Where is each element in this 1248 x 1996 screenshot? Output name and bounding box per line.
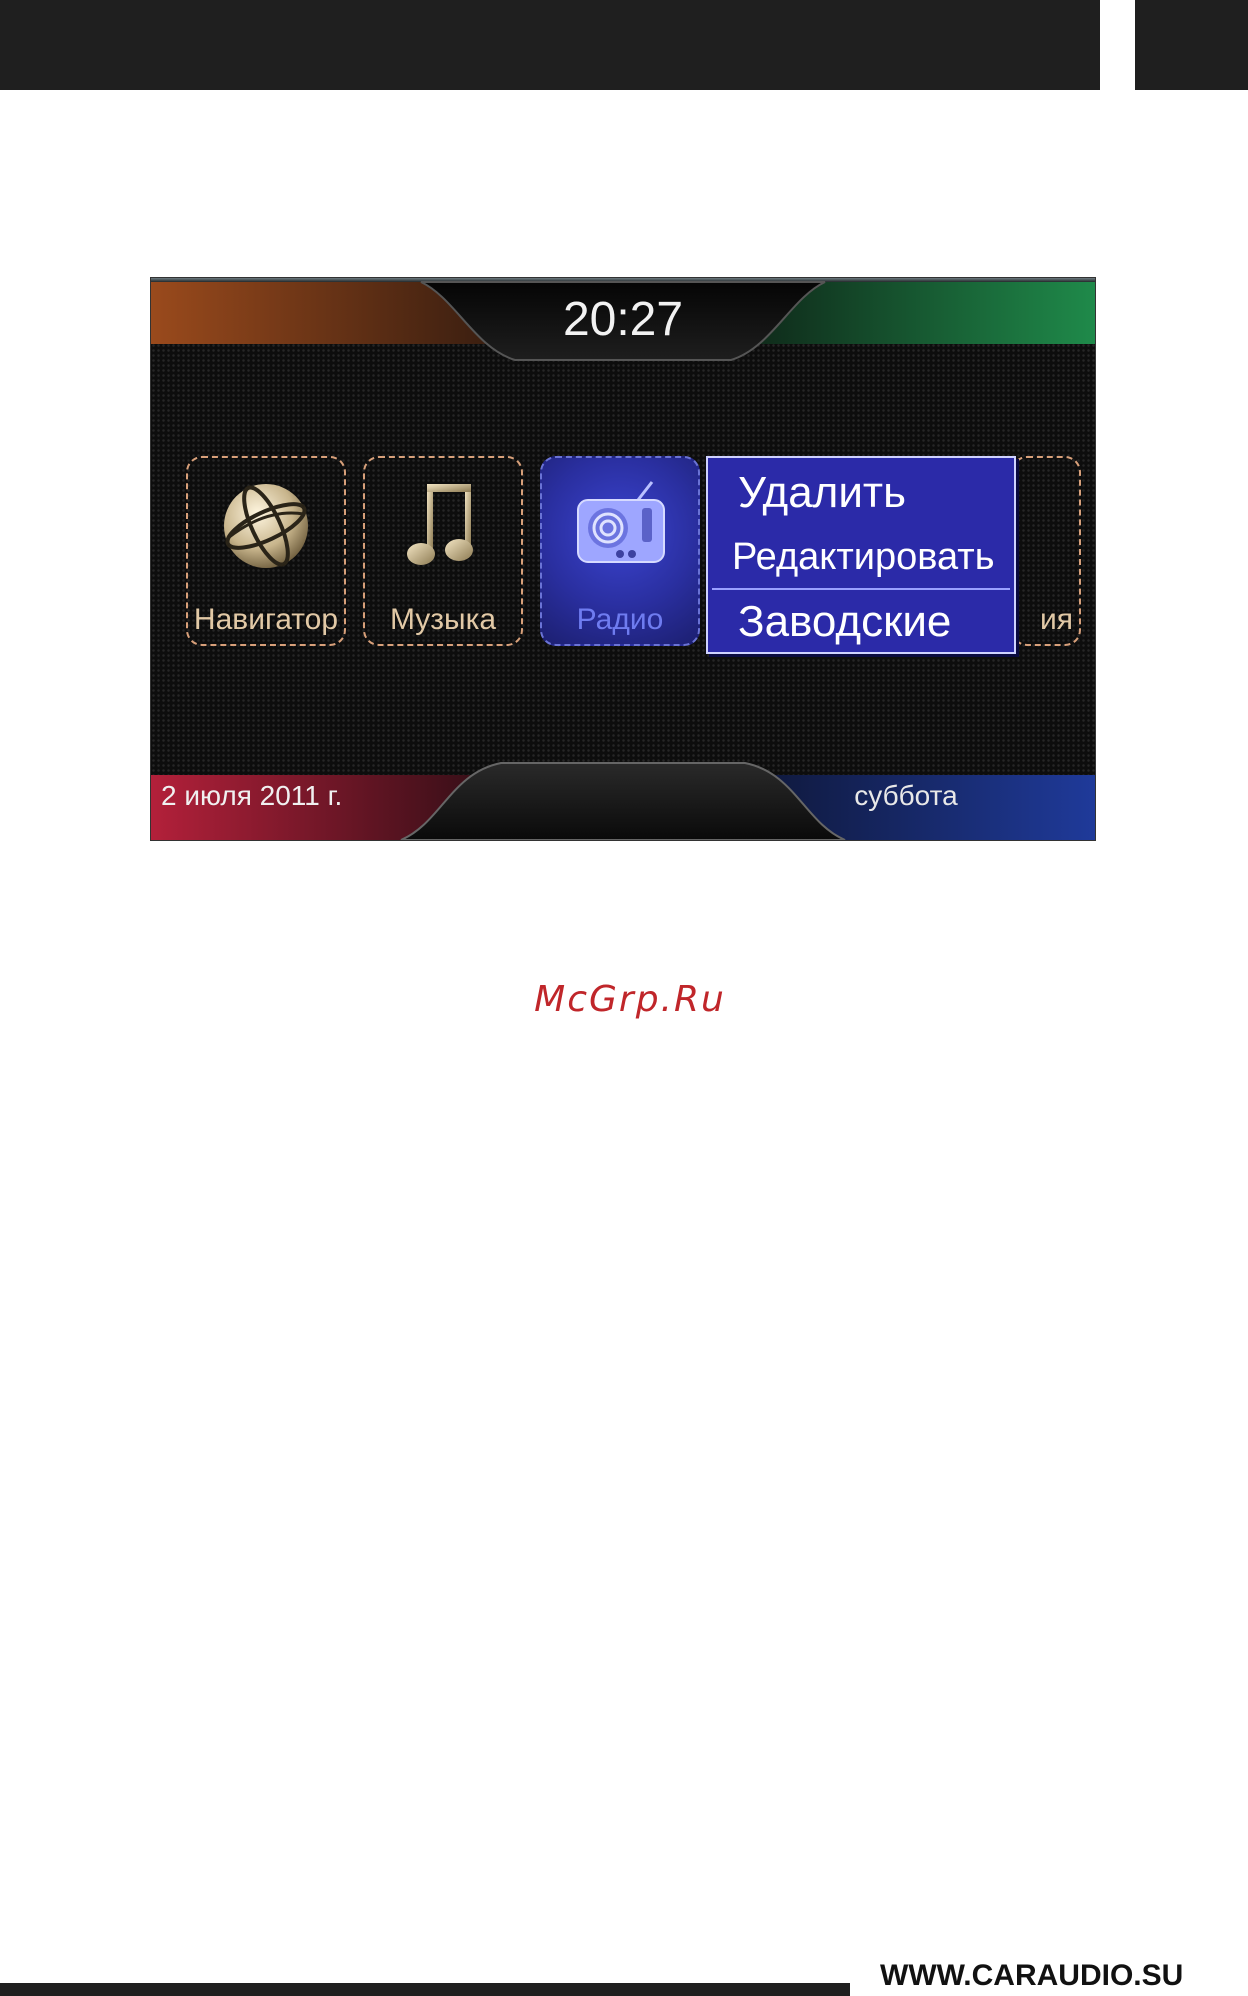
- tile-label: Навигатор: [193, 603, 339, 636]
- radio-icon: [577, 481, 665, 563]
- tile-navigator[interactable]: Навигатор: [186, 456, 346, 646]
- tile-partially-hidden[interactable]: ия: [1011, 456, 1081, 646]
- tile-label: Музыка: [389, 603, 497, 636]
- music-note-icon: [407, 484, 473, 565]
- head-unit-screen: 20:27 Навигатор Музыка Радио ия Удалить …: [151, 278, 1095, 840]
- menu-item-factory-defaults[interactable]: Заводские: [708, 592, 1014, 652]
- menu-divider: [712, 588, 1010, 590]
- tile-music[interactable]: Музыка: [363, 456, 523, 646]
- menu-item-delete[interactable]: Удалить: [708, 462, 1014, 524]
- page-header-tab: [1135, 0, 1248, 90]
- screen-top-gloss: [151, 278, 1095, 282]
- tile-label: Радио: [576, 603, 664, 636]
- globe-icon: [224, 484, 308, 568]
- watermark-text: McGrp.Ru: [534, 979, 726, 1020]
- page-header-bar: [0, 0, 1100, 90]
- date-label: 2 июля 2011 г.: [161, 780, 343, 811]
- clock: 20:27: [562, 293, 684, 346]
- tile-radio[interactable]: Радио: [540, 456, 700, 646]
- weekday-label: суббота: [854, 780, 958, 811]
- menu-item-edit[interactable]: Редактировать: [708, 528, 1014, 586]
- site-url: WWW.CARAUDIO.SU: [880, 1959, 1184, 1992]
- context-menu: Удалить Редактировать Заводские: [706, 456, 1016, 654]
- page-footer-bar: [0, 1983, 850, 1996]
- tile-label: ия: [1039, 603, 1073, 636]
